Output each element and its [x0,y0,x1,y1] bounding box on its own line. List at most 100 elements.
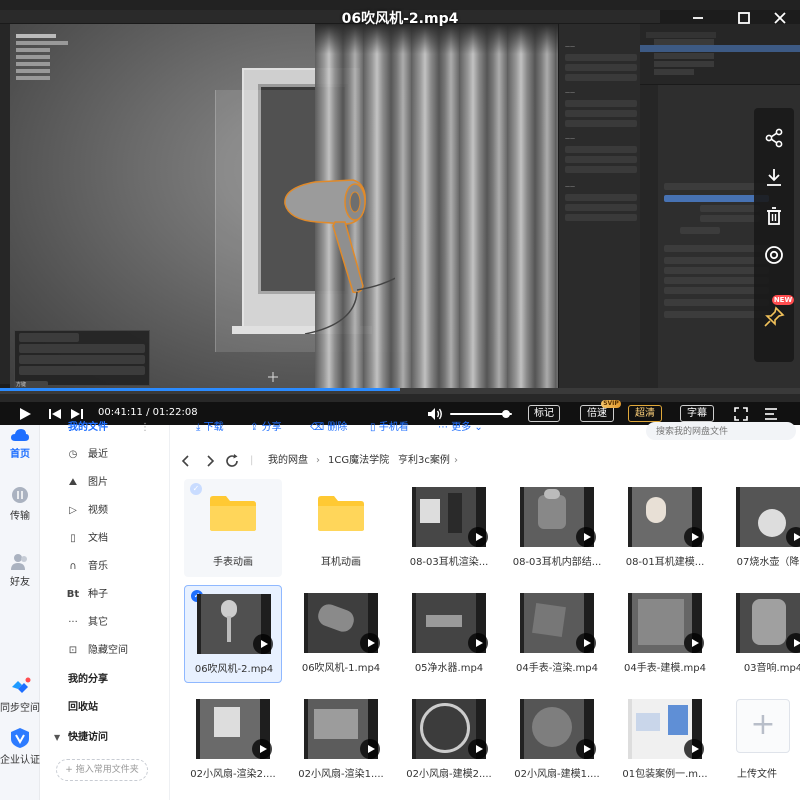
delete-action[interactable]: ⌫ 删除 [310,421,347,435]
forward-button[interactable] [200,451,220,471]
upload-tile[interactable]: + 上传文件 [724,691,800,789]
sidebar-my-files[interactable]: 我的文件 ⋮ [40,416,170,440]
rail-sync[interactable]: 同步空间 [0,677,40,714]
play-icon [468,739,488,759]
properties-n-panel: —— —— —— —— [558,24,640,388]
sidebar-item-videos[interactable]: ▷ 视频 [40,499,170,523]
file-tile[interactable]: 08-03耳机内部结... [508,479,606,577]
rail-friends-label: 好友 [10,577,30,588]
play-icon [20,408,31,420]
rail-enterprise[interactable]: 企业认证 [0,727,40,766]
sidebar-recycle-label: 回收站 [68,702,98,713]
chevron-left-icon [181,455,189,467]
sidebar-item-other[interactable]: ··· 其它 [40,611,170,635]
maximize-button[interactable] [732,6,756,30]
file-tile[interactable]: 05净水器.mp4 [400,585,498,683]
share-icon: ⇪ [250,422,259,433]
share-button[interactable] [762,126,786,150]
sidebar-item-images[interactable]: ⛰ 图片 [40,471,170,495]
breadcrumb-item[interactable]: 亨利3c案例 [398,451,450,471]
file-tile[interactable]: 07烧水壶（降噪 [724,479,800,577]
sidebar-quick-access[interactable]: ▼ 快捷访问 [40,726,170,750]
delete-button[interactable] [762,204,786,228]
phone-icon: ▯ [370,422,376,433]
breadcrumb-separator-icon: › [316,455,320,466]
sidebar-my-files-label: 我的文件 [68,422,108,433]
enterprise-v-icon [11,728,29,748]
file-tile[interactable]: 08-01耳机建模... [616,479,714,577]
rail-home[interactable]: 首页 [0,425,40,460]
more-icon: ⋯ [438,422,448,433]
sidebar-item-documents[interactable]: ▯ 文档 [40,527,170,551]
breadcrumb-item[interactable]: 我的网盘 [268,451,308,471]
play-icon [468,633,488,653]
file-name: 03音响.mp4 [743,663,800,674]
file-tile[interactable]: 02小风扇-渲染2.... [184,691,282,789]
file-tile[interactable]: 02小风扇-建模1.... [508,691,606,789]
rail-friends[interactable]: 好友 [0,553,40,588]
fullscreen-icon [734,407,748,421]
more-dots-icon[interactable]: ⋮ [140,416,150,440]
search-input[interactable] [646,422,796,440]
bt-icon: Bt [66,589,80,600]
phone-view-action[interactable]: ▯ 手机看 [370,421,409,435]
file-tile[interactable]: 04手表-建模.mp4 [616,585,714,683]
file-tile[interactable]: ✓ 手表动画 [184,479,282,577]
marker-button[interactable]: 标记 [528,405,560,422]
sidebar-item-recent[interactable]: ◷ 最近 [40,443,170,467]
add-quick-folder-dropzone[interactable]: + 拖入常用文件夹 [56,759,148,781]
sidebar-item-label: 文档 [88,533,108,544]
more-action[interactable]: ⋯ 更多 ⌄ [438,421,483,435]
playlist-button[interactable] [762,405,780,423]
refresh-button[interactable] [222,451,242,471]
play-button[interactable] [16,405,34,423]
file-name: 08-01耳机建模... [625,557,705,568]
file-tile[interactable]: 08-03耳机渲染... [400,479,498,577]
file-tile[interactable]: 耳机动画 [292,479,390,577]
sidebar-item-music[interactable]: ∩ 音乐 [40,555,170,579]
breadcrumb-item[interactable]: 1CG魔法学院 [328,451,389,471]
fullscreen-button[interactable] [732,405,750,423]
sidebar-item-hidden-space[interactable]: ⊡ 隐藏空间 [40,639,170,663]
volume-handle[interactable] [501,410,510,418]
file-name: 耳机动画 [321,557,361,568]
file-tile[interactable]: 01包装案例一.m... [616,691,714,789]
action-bar: ⤓ 下载 ⇪ 分享 ⌫ 删除 ▯ 手机看 ⋯ 更多 ⌄ [170,422,800,443]
file-tile[interactable]: 06吹风机-1.mp4 [292,585,390,683]
file-tile[interactable]: 04手表-渲染.mp4 [508,585,606,683]
close-button[interactable] [768,6,792,30]
video-frame: 方键 [10,24,558,388]
quality-button[interactable]: 超清 [628,405,662,422]
tile-checkbox[interactable]: ✓ [190,483,202,495]
minimize-button[interactable] [686,6,710,30]
download-button[interactable] [762,165,786,189]
eye-ring-icon [765,246,783,264]
share-action[interactable]: ⇪ 分享 [250,421,282,435]
subtitle-button[interactable]: 字幕 [680,405,714,422]
file-tile-selected[interactable]: ✓ 06吹风机-2.mp4 [184,585,282,683]
friends-icon [11,554,27,570]
download-action[interactable]: ⤓ 下载 [196,421,224,435]
delete-label: 删除 [327,422,348,433]
nav-rail: 首页 传输 好友 同步空间 企业认证 [0,425,40,800]
trash-icon [767,207,781,225]
rail-enterprise-label: 企业认证 [0,755,40,766]
file-tile[interactable]: 02小风扇-建模2.... [400,691,498,789]
video-player[interactable]: 方键 —— —— —— —— 06吹风机-2.mp4 NEW 00:41:11 … [0,0,800,425]
blender-toolbar [0,24,10,384]
rail-sync-label: 同步空间 [0,703,40,714]
file-tile[interactable]: 02小风扇-渲染1.... [292,691,390,789]
file-tile[interactable]: 03音响.mp4 [724,585,800,683]
operator-panel [14,330,150,386]
sidebar-recycle-bin[interactable]: 回收站 [40,696,170,720]
back-button[interactable] [176,451,196,471]
file-name: 05净水器.mp4 [414,663,484,674]
sidebar-item-torrents[interactable]: Bt 种子 [40,583,170,607]
pin-button[interactable] [762,305,786,329]
sync-space-icon [12,677,31,693]
sidebar-my-share[interactable]: 我的分享 [40,668,170,692]
play-icon [252,739,272,759]
chevron-down-icon: ⌄ [474,422,483,433]
preview-button[interactable] [762,243,786,267]
rail-transfer[interactable]: 传输 [0,485,40,522]
